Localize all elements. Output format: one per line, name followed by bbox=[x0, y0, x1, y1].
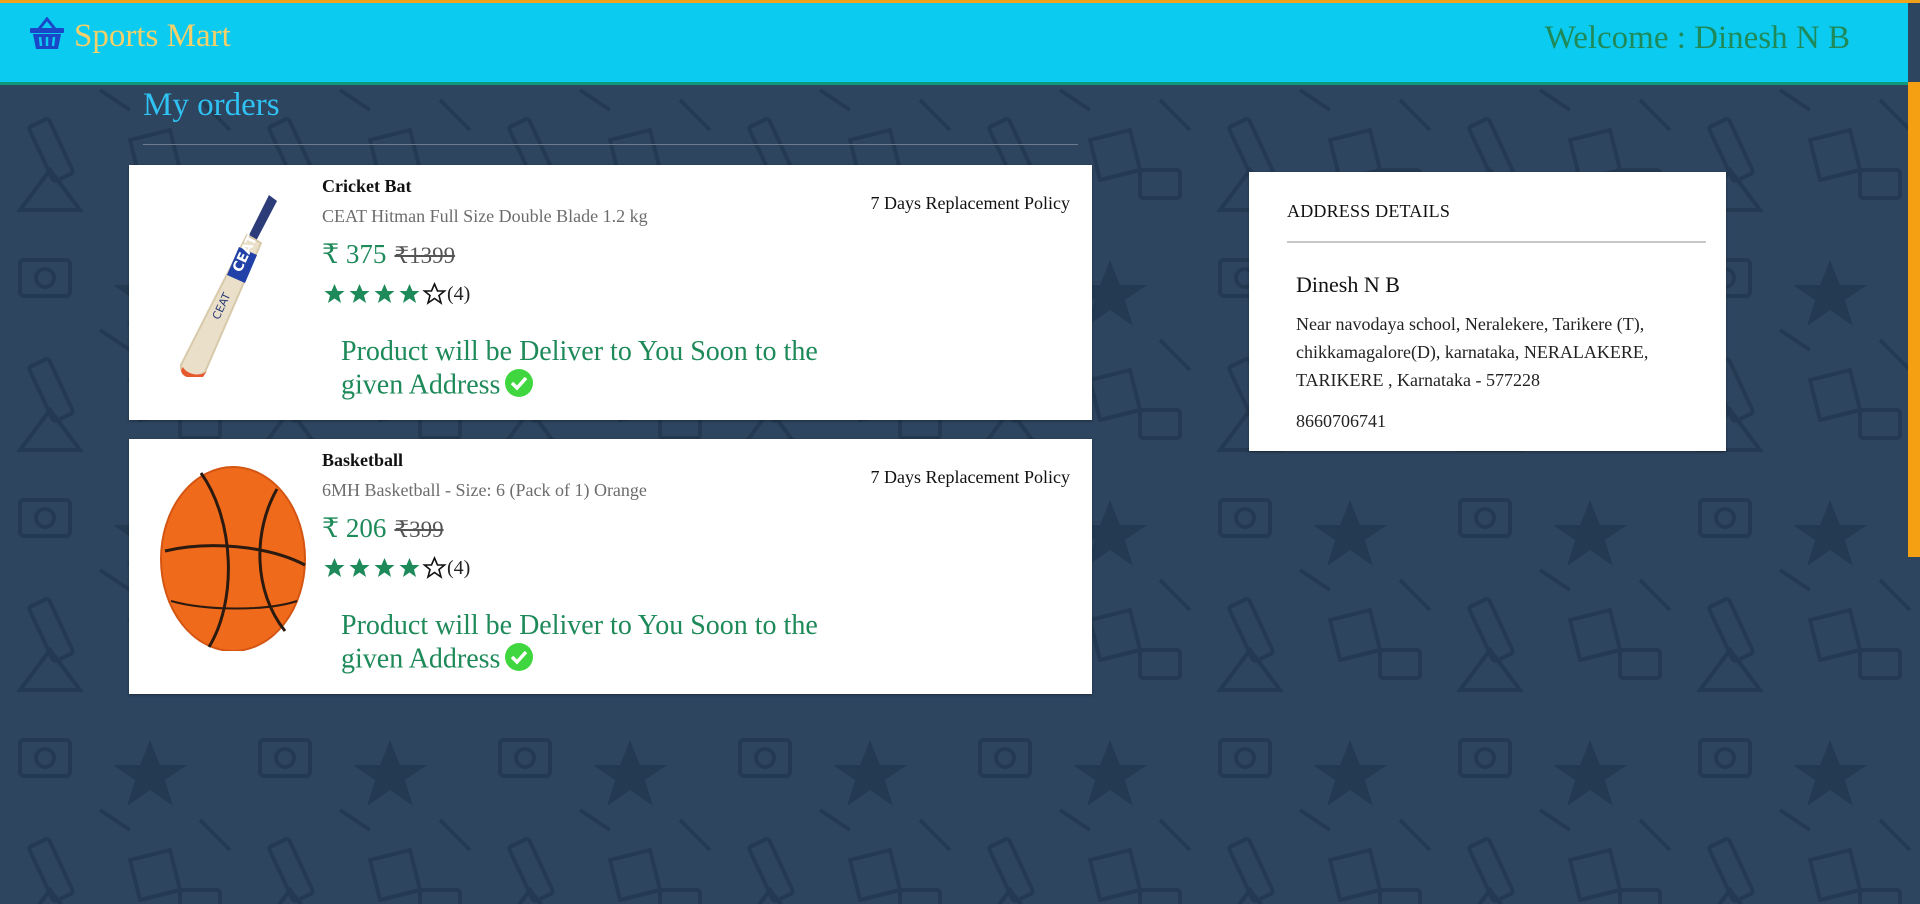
replacement-policy: 7 Days Replacement Policy bbox=[870, 193, 1070, 213]
delivery-message: Product will be Deliver to You Soon to t… bbox=[341, 610, 818, 675]
basketball-image[interactable] bbox=[157, 461, 307, 652]
current-price: ₹ 206 bbox=[322, 513, 387, 543]
basket-icon bbox=[28, 16, 66, 56]
product-description: CEAT Hitman Full Size Double Blade 1.2 k… bbox=[322, 206, 648, 226]
order-card: Basketball 6MH Basketball - Size: 6 (Pac… bbox=[129, 439, 1092, 694]
price-row: ₹ 375 ₹1399 bbox=[322, 239, 455, 270]
page-title: My orders bbox=[143, 87, 280, 123]
delivery-status: Product will be Deliver to You Soon to t… bbox=[341, 609, 881, 680]
original-price: ₹399 bbox=[394, 517, 444, 542]
check-circle-icon bbox=[504, 642, 534, 680]
rating: (4) bbox=[322, 556, 470, 580]
original-price: ₹1399 bbox=[394, 243, 456, 268]
replacement-policy: 7 Days Replacement Policy bbox=[870, 467, 1070, 487]
star-filled-icon bbox=[349, 558, 370, 577]
star-filled-icon bbox=[349, 284, 370, 303]
delivery-message: Product will be Deliver to You Soon to t… bbox=[341, 336, 818, 401]
order-card: CEAT CEAT Cricket Bat CEAT Hitman Full S… bbox=[129, 165, 1092, 420]
price-row: ₹ 206 ₹399 bbox=[322, 513, 444, 544]
star-empty-icon bbox=[422, 556, 447, 579]
rating-count: (4) bbox=[447, 282, 471, 305]
address-card: ADDRESS DETAILS Dinesh N B Near navodaya… bbox=[1249, 172, 1726, 451]
rating-count: (4) bbox=[447, 556, 471, 579]
star-filled-icon bbox=[399, 558, 420, 577]
brand-link[interactable]: Sports Mart bbox=[28, 16, 231, 56]
product-name[interactable]: Cricket Bat bbox=[322, 176, 411, 197]
star-empty-icon bbox=[422, 282, 447, 305]
star-filled-icon bbox=[374, 284, 395, 303]
cricket-bat-image[interactable]: CEAT CEAT bbox=[157, 187, 307, 379]
welcome-user-text: Welcome : Dinesh N B bbox=[1544, 20, 1850, 56]
star-filled-icon bbox=[399, 284, 420, 303]
product-description: 6MH Basketball - Size: 6 (Pack of 1) Ora… bbox=[322, 480, 647, 500]
star-filled-icon bbox=[374, 558, 395, 577]
right-accent-strip bbox=[1908, 82, 1920, 557]
star-filled-icon bbox=[324, 558, 345, 577]
check-circle-icon bbox=[504, 368, 534, 406]
address-text: Near navodaya school, Neralekere, Tarike… bbox=[1296, 314, 1649, 390]
rating: (4) bbox=[322, 282, 470, 306]
star-filled-icon bbox=[324, 284, 345, 303]
delivery-status: Product will be Deliver to You Soon to t… bbox=[341, 335, 881, 406]
title-divider bbox=[143, 144, 1078, 145]
current-price: ₹ 375 bbox=[322, 239, 387, 269]
address-divider bbox=[1287, 241, 1706, 243]
address-heading: ADDRESS DETAILS bbox=[1287, 201, 1451, 221]
brand-name: Sports Mart bbox=[74, 18, 231, 54]
address-name: Dinesh N B bbox=[1296, 272, 1400, 297]
address-phone: 8660706741 bbox=[1296, 411, 1386, 431]
product-name[interactable]: Basketball bbox=[322, 450, 403, 471]
site-header: Sports Mart Welcome : Dinesh N B bbox=[0, 3, 1908, 85]
